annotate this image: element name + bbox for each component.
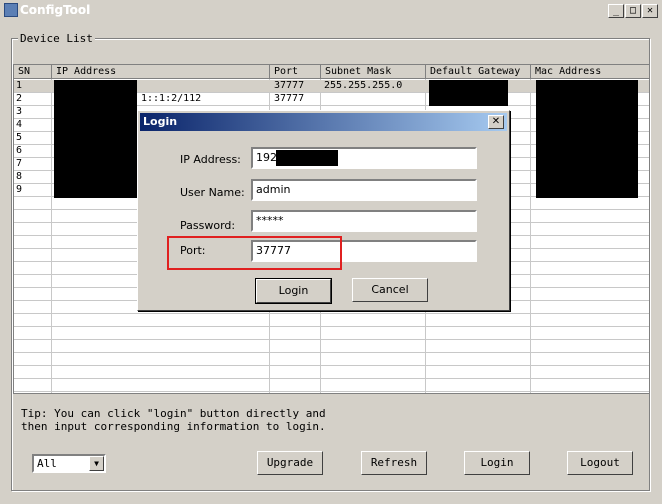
table-row: [14, 366, 649, 379]
user-name-label: User Name:: [180, 186, 245, 199]
ip-address-label: IP Address:: [180, 153, 241, 166]
ip-address-value: 192: [256, 151, 277, 164]
redacted-ip-value: [276, 150, 338, 166]
redacted-gateway-block: [429, 80, 508, 106]
password-label: Password:: [180, 219, 236, 232]
ip-address-field[interactable]: 192: [251, 147, 477, 169]
dialog-cancel-button[interactable]: Cancel: [352, 278, 428, 302]
close-button[interactable]: ✕: [642, 4, 658, 18]
cell-ip: 1::1:2/112: [141, 93, 202, 104]
column-header-sn[interactable]: SN: [14, 65, 52, 79]
column-header-subnet[interactable]: Subnet Mask: [321, 65, 426, 79]
device-list-label: Device List: [18, 32, 95, 45]
table-row: [14, 379, 649, 392]
close-icon[interactable]: ✕: [488, 115, 504, 129]
column-header-ip[interactable]: IP Address: [52, 65, 270, 79]
cell-sn: 4: [16, 119, 23, 130]
filter-select-value: All: [37, 457, 57, 470]
chevron-down-icon[interactable]: ▼: [89, 456, 104, 471]
maximize-button[interactable]: □: [625, 4, 641, 18]
upgrade-button[interactable]: Upgrade: [257, 451, 323, 475]
table-row: [14, 340, 649, 353]
cell-mask: 255.255.255.0: [324, 80, 403, 91]
table-row: [14, 314, 649, 327]
main-login-button[interactable]: Login: [464, 451, 530, 475]
minimize-button[interactable]: _: [608, 4, 624, 18]
login-dialog-title: Login: [143, 115, 178, 128]
tip-line-2: then input corresponding information to …: [21, 420, 326, 433]
window-title: ConfigTool: [20, 3, 91, 17]
cell-sn: 5: [16, 132, 23, 143]
filter-select[interactable]: All ▼: [32, 454, 106, 473]
app-icon: [4, 3, 18, 17]
login-dialog-titlebar: Login ✕: [140, 113, 507, 131]
dialog-login-button[interactable]: Login: [255, 278, 332, 304]
column-header-mac[interactable]: Mac Address: [531, 65, 649, 79]
redacted-ip-block: [54, 80, 137, 198]
cell-sn: 8: [16, 171, 23, 182]
cell-sn: 3: [16, 106, 23, 117]
column-header-gateway[interactable]: Default Gateway: [426, 65, 531, 79]
cell-sn: 9: [16, 184, 23, 195]
cell-port: 37777: [274, 93, 305, 104]
redacted-mac-block: [536, 80, 638, 198]
password-field[interactable]: *****: [251, 210, 477, 232]
port-highlight-box: [167, 236, 342, 270]
cell-sn: 6: [16, 145, 23, 156]
tip-line-1: Tip: You can click "login" button direct…: [21, 407, 326, 420]
configtool-window: ConfigTool _ □ ✕ Device List SN IP Addre…: [0, 0, 662, 504]
logout-button[interactable]: Logout: [567, 451, 633, 475]
login-dialog: Login ✕ IP Address: 192 User Name: admin…: [137, 110, 510, 311]
cell-port: 37777: [274, 80, 305, 91]
refresh-button[interactable]: Refresh: [361, 451, 427, 475]
user-name-field[interactable]: admin: [251, 179, 477, 201]
tip-text: Tip: You can click "login" button direct…: [21, 407, 326, 433]
table-row: [14, 353, 649, 366]
cell-sn: 7: [16, 158, 23, 169]
title-bar-content: ConfigTool _ □ ✕: [0, 0, 662, 22]
cell-sn: 2: [16, 93, 23, 104]
cell-sn: 1: [16, 80, 23, 91]
table-row: [14, 327, 649, 340]
column-header-port[interactable]: Port: [270, 65, 321, 79]
